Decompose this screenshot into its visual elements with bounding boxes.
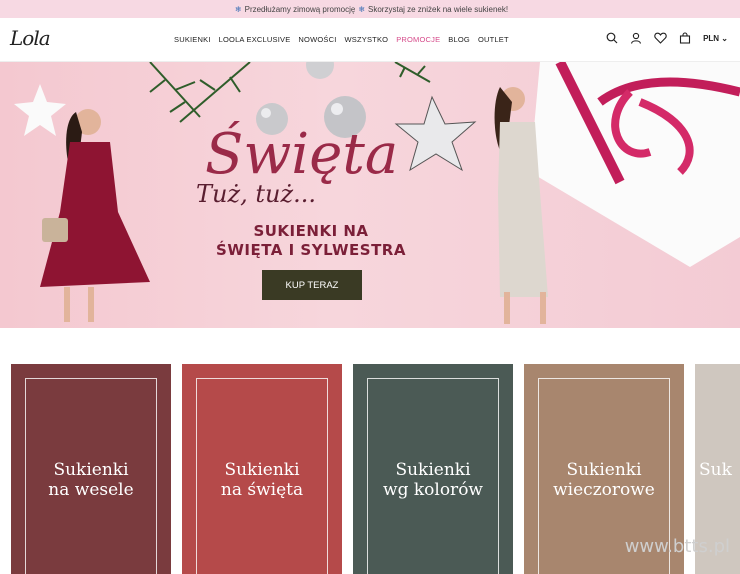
promo-text-2: Skorzystaj ze zniżek na wiele sukienek! [368, 4, 509, 14]
cart-icon[interactable] [679, 32, 691, 44]
category-label: Sukienki na święta [220, 460, 304, 500]
nav-item-wszystko[interactable]: WSZYSTKO [345, 35, 389, 44]
hero-subtitle: SUKIENKI NA ŚWIĘTA I SYLWESTRA [216, 222, 406, 259]
logo[interactable]: Lola [10, 26, 51, 50]
promo-text-1: Przedłużamy zimową promocję [244, 4, 356, 14]
currency-select[interactable]: PLN ⌄ [703, 34, 728, 43]
shop-now-button[interactable]: KUP TERAZ [262, 270, 362, 300]
nav-item-nowosci[interactable]: NOWOŚCI [298, 35, 336, 44]
nav-item-outlet[interactable]: OUTLET [478, 35, 509, 44]
search-icon[interactable] [606, 32, 618, 44]
chevron-down-icon: ⌄ [721, 33, 728, 43]
category-card-wedding[interactable]: Sukienki na wesele [11, 364, 171, 574]
site-header: Lola SUKIENKI LOOLA EXCLUSIVE NOWOŚCI WS… [0, 18, 740, 62]
nav-item-promocje[interactable]: PROMOCJE [396, 35, 440, 44]
category-label: Sukienki wieczorowe [553, 460, 655, 500]
watermark: www.btts.pl [624, 536, 730, 557]
promo-bar: ❄ Przedłużamy zimową promocję ❄ Skorzyst… [0, 0, 740, 18]
nav-item-blog[interactable]: BLOG [448, 35, 470, 44]
category-card-christmas[interactable]: Sukienki na święta [182, 364, 342, 574]
nav-item-sukienki[interactable]: SUKIENKI [174, 35, 211, 44]
snowflake-icon: ❄ [234, 4, 242, 14]
category-label: Suk [699, 460, 732, 480]
snowflake-icon: ❄ [358, 4, 366, 14]
hero-headline: Święta [205, 122, 399, 187]
category-label: Sukienki wg kolorów [383, 460, 483, 500]
hero-decoration [14, 62, 740, 324]
category-label: Sukienki na wesele [48, 460, 134, 500]
account-icon[interactable] [630, 32, 642, 44]
nav-item-loola-exclusive[interactable]: LOOLA EXCLUSIVE [219, 35, 291, 44]
category-card-by-color[interactable]: Sukienki wg kolorów [353, 364, 513, 574]
hero-banner[interactable]: Święta Tuż, tuż... SUKIENKI NA ŚWIĘTA I … [0, 62, 740, 328]
main-nav: SUKIENKI LOOLA EXCLUSIVE NOWOŚCI WSZYSTK… [174, 35, 509, 44]
wishlist-heart-icon[interactable] [654, 32, 667, 44]
hero-tagline: Tuż, tuż... [196, 180, 316, 208]
